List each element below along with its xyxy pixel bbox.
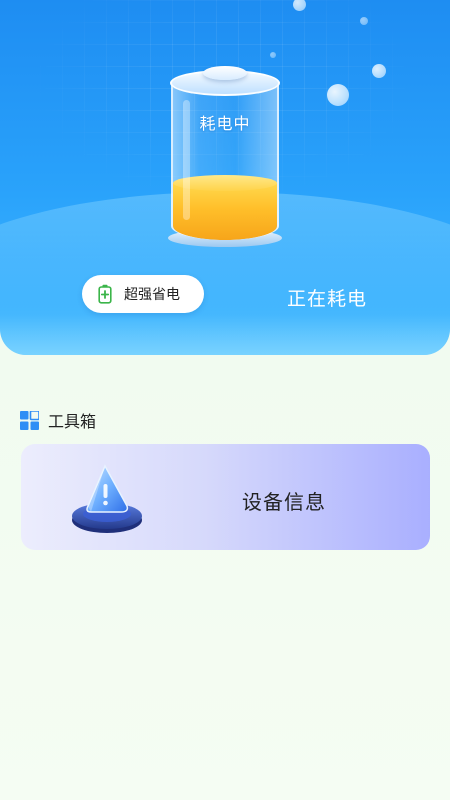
battery-charge-icon xyxy=(98,284,112,304)
device-info-card[interactable]: 设备信息 xyxy=(21,444,430,550)
power-status-text: 正在耗电 xyxy=(287,288,368,310)
warning-triangle-icon xyxy=(69,462,149,538)
toolbox-title: 工具箱 xyxy=(48,412,97,431)
super-power-saving-button[interactable]: 超强省电 xyxy=(82,275,204,313)
battery-illustration: 耗电中 xyxy=(0,0,450,260)
mode-button-label: 超强省电 xyxy=(124,287,180,303)
battery-status-label: 耗电中 xyxy=(199,114,251,133)
toolbox-header: 工具箱 xyxy=(20,409,96,431)
grid-icon xyxy=(20,409,40,430)
hero-bottom-glow xyxy=(0,315,450,355)
battery-hero-panel: 耗电中 超强省电 正在耗电 xyxy=(0,0,450,355)
battery-terminal xyxy=(203,66,247,80)
device-info-label: 设备信息 xyxy=(242,490,326,514)
